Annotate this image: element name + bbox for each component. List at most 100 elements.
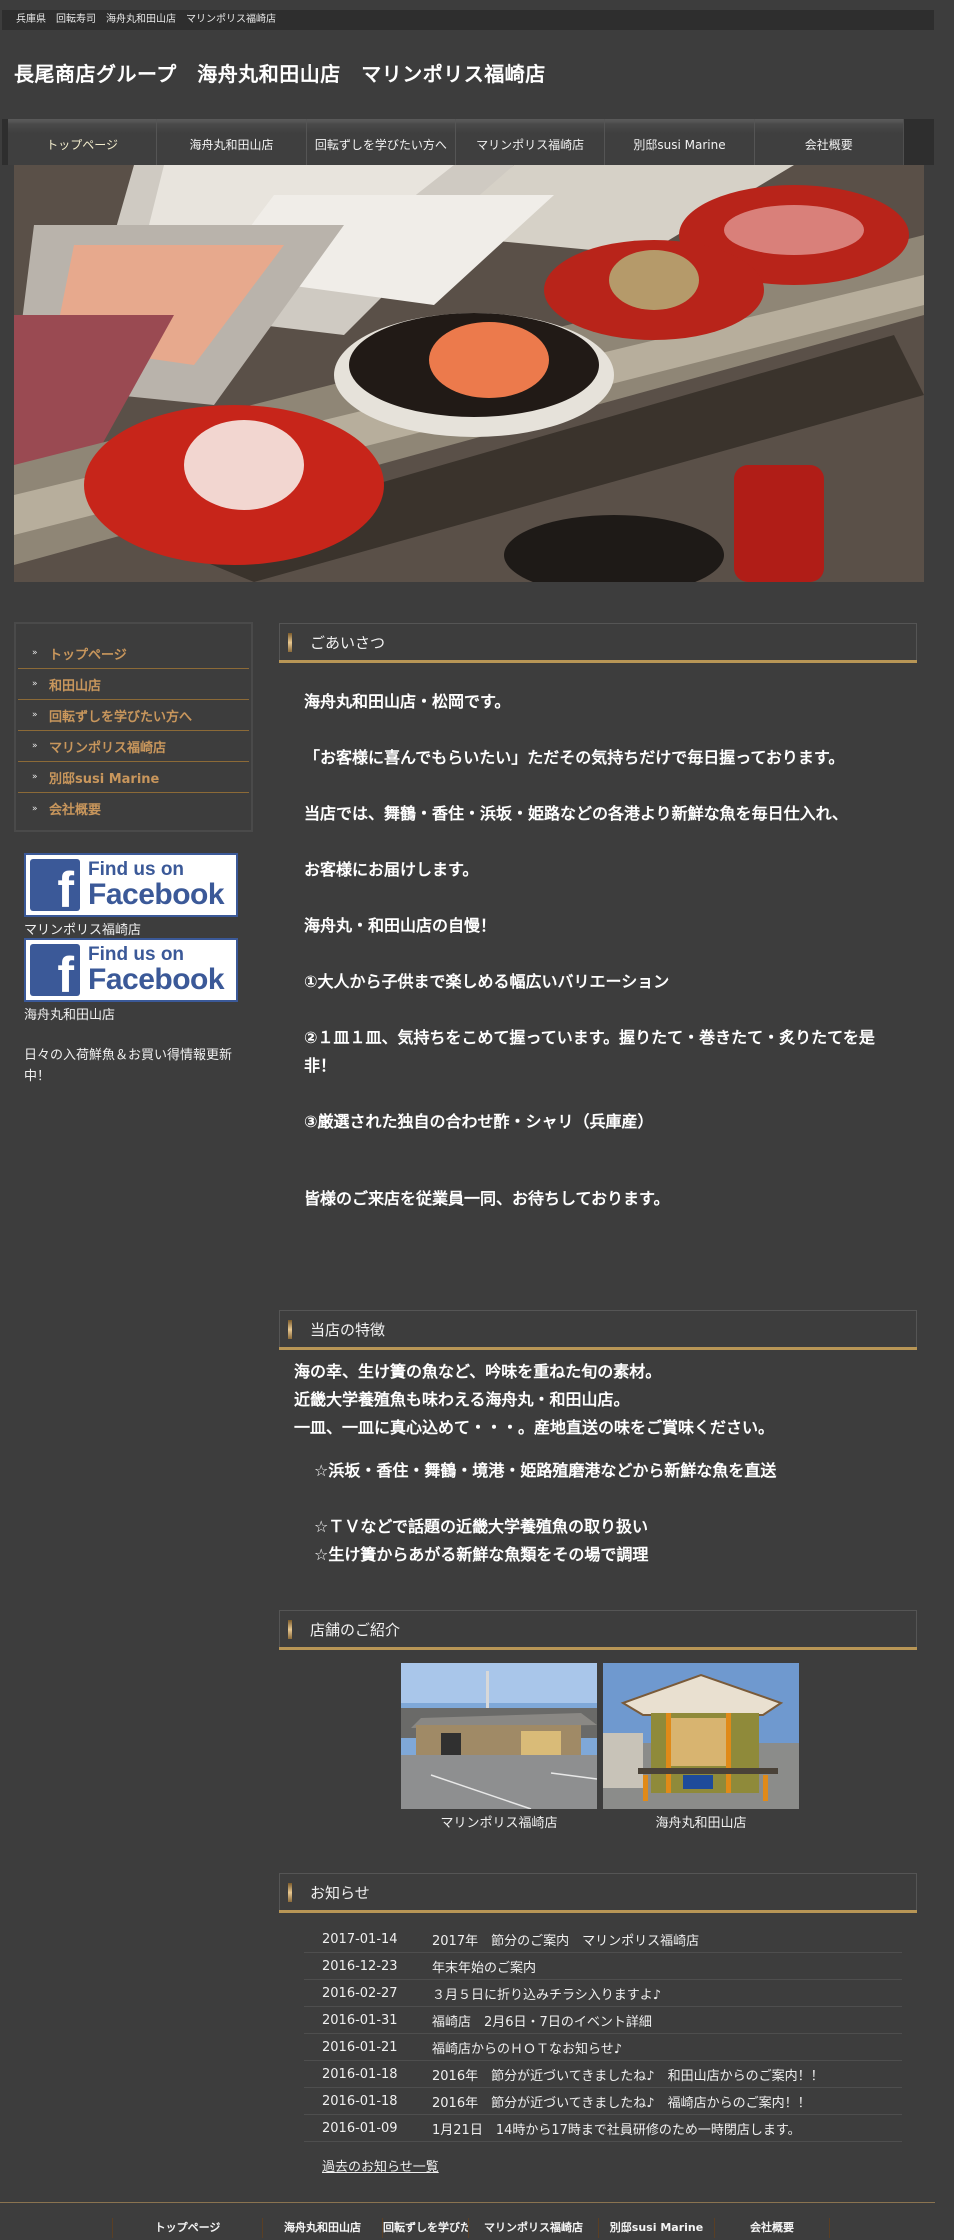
store-photo-illustration xyxy=(603,1663,799,1809)
greeting-point: ②１皿１皿、気持ちをこめて握っています。握りたて・巻きたて・炙りたてを是非！ xyxy=(304,1028,875,1075)
facebook-badge-text: Find us on Facebook xyxy=(88,859,225,910)
features-intro-line: 一皿、一皿に真心込めて・・・。産地直送の味をご賞味ください。 xyxy=(294,1418,775,1437)
facebook-widget-fukusaki: f Find us on Facebook マリンポリス福崎店 xyxy=(24,853,238,938)
section-marker-icon xyxy=(288,1320,292,1339)
global-nav-top[interactable]: トップページ xyxy=(8,119,158,165)
facebook-widget-wadayama: f Find us on Facebook 海舟丸和田山店 xyxy=(24,938,238,1023)
sidebar-item-label: 和田山店 xyxy=(49,678,102,694)
facebook-badge-line1: Find us on xyxy=(88,859,185,880)
greeting-paragraph: 海舟丸・和田山店の自慢！ xyxy=(304,916,497,935)
sidebar-item-wadayama[interactable]: » 和田山店 xyxy=(18,669,249,700)
news-title: 2016年 節分が近づいてきましたね♪ 福崎店からのご案内！！ xyxy=(432,2095,811,2111)
footer-nav-learn-sushi[interactable]: 回転ずしを学びたい方へ xyxy=(382,2218,468,2238)
footer-nav-top[interactable]: トップページ xyxy=(112,2218,262,2238)
store-card-wadayama: 海舟丸和田山店 xyxy=(603,1663,799,1831)
features-point: ☆生け簀からあがる新鮮な魚類をその場で調理 xyxy=(314,1545,649,1564)
store-photo-wadayama[interactable] xyxy=(603,1663,799,1809)
facebook-badge-line2: Facebook xyxy=(88,963,225,996)
section-header-features: 当店の特徴 xyxy=(279,1310,917,1350)
sidebar-item-label: 別邸susi Marine xyxy=(49,771,160,787)
store-caption: 海舟丸和田山店 xyxy=(655,1816,747,1831)
section-marker-icon xyxy=(288,633,292,652)
greeting-paragraph: お客様にお届けします。 xyxy=(304,860,479,879)
news-title: 2016年 節分が近づいてきましたね♪ 和田山店からのご案内！！ xyxy=(432,2068,824,2084)
news-title: 2017年 節分のご案内 マリンポリス福崎店 xyxy=(432,1933,700,1949)
chevron-right-icon: » xyxy=(32,741,38,751)
section-title: ごあいさつ xyxy=(310,634,386,652)
news-title: ３月５日に折り込みチラシ入りますよ♪ xyxy=(432,1987,662,2003)
footer-nav-fukusaki[interactable]: マリンポリス福崎店 xyxy=(468,2218,598,2238)
news-date: 2016-01-31 xyxy=(322,2012,398,2028)
section-marker-icon xyxy=(288,1620,292,1639)
news-date: 2016-01-18 xyxy=(322,2093,398,2109)
global-nav: トップページ 海舟丸和田山店 回転ずしを学びたい方へ マリンポリス福崎店 別邸s… xyxy=(8,119,904,165)
facebook-badge-line1: Find us on xyxy=(88,944,185,965)
sidebar-item-fukusaki[interactable]: » マリンポリス福崎店 xyxy=(18,731,249,762)
facebook-badge-text: Find us on Facebook xyxy=(88,944,225,996)
facebook-link-fukusaki[interactable]: f Find us on Facebook xyxy=(24,853,238,917)
global-nav-fukusaki[interactable]: マリンポリス福崎店 xyxy=(456,119,606,165)
sidebar-item-susi-marine[interactable]: » 別邸susi Marine xyxy=(18,762,249,793)
sidebar-item-label: マリンポリス福崎店 xyxy=(49,740,167,756)
store-card-fukusaki: マリンポリス福崎店 xyxy=(401,1663,597,1831)
news-archive-link[interactable]: 過去のお知らせ一覧 xyxy=(322,2156,439,2175)
section-title: お知らせ xyxy=(310,1884,370,1902)
facebook-icon: f xyxy=(30,859,80,911)
news-date: 2016-01-09 xyxy=(322,2120,398,2136)
chevron-right-icon: » xyxy=(32,648,38,658)
features-intro-line: 海の幸、生け簀の魚など、吟味を重ねた旬の素材。 xyxy=(294,1362,662,1381)
greeting-paragraph: 海舟丸和田山店・松岡です。 xyxy=(304,692,511,711)
sidebar-nav: » トップページ » 和田山店 » 回転ずしを学びたい方へ » マリンポリス福崎… xyxy=(14,622,253,832)
section-header-news: お知らせ xyxy=(279,1873,917,1913)
footer-divider xyxy=(0,2202,935,2203)
features-point: ☆ＴＶなどで話題の近畿大学養殖魚の取り扱い xyxy=(314,1517,649,1536)
store-gallery: マリンポリス福崎店 海舟丸和田山店 xyxy=(401,1663,799,1831)
greeting-paragraph: 「お客様に喜んでもらいたい」ただその気持ちだけで毎日握っております。 xyxy=(304,748,845,767)
news-date: 2017-01-14 xyxy=(322,1931,398,1947)
sidebar-note: 日々の入荷鮮魚＆お買い得情報更新中！ xyxy=(24,1048,233,1084)
greeting-point: ③厳選された独自の合わせ酢・シャリ（兵庫産） xyxy=(304,1112,654,1131)
greeting-paragraph: 当店では、舞鶴・香住・浜坂・姫路などの各港より新鮮な魚を毎日仕入れ、 xyxy=(304,804,848,823)
section-header-stores: 店舗のご紹介 xyxy=(279,1610,917,1650)
news-item[interactable]: 2016-12-23 年末年始のご案内 xyxy=(304,1953,902,1980)
footer-nav-company[interactable]: 会社概要 xyxy=(714,2218,830,2238)
site-title[interactable]: 長尾商店グループ 海舟丸和田山店 マリンポリス福崎店 xyxy=(14,58,546,87)
features-point: ☆浜坂・香住・舞鶴・境港・姫路殖磨港などから新鮮な魚を直送 xyxy=(314,1461,777,1480)
global-nav-container: トップページ 海舟丸和田山店 回転ずしを学びたい方へ マリンポリス福崎店 別邸s… xyxy=(2,119,934,165)
footer-nav-wadayama[interactable]: 海舟丸和田山店 xyxy=(262,2218,382,2238)
sidebar-item-company[interactable]: » 会社概要 xyxy=(18,793,249,824)
global-nav-learn-sushi[interactable]: 回転ずしを学びたい方へ xyxy=(307,119,456,165)
sidebar-item-label: 会社概要 xyxy=(49,803,102,818)
footer-nav: トップページ 海舟丸和田山店 回転ずしを学びたい方へ マリンポリス福崎店 別邸s… xyxy=(112,2218,830,2238)
footer-nav-susi-marine[interactable]: 別邸susi Marine xyxy=(598,2218,714,2238)
chevron-right-icon: » xyxy=(32,710,38,720)
news-item[interactable]: 2016-01-18 2016年 節分が近づいてきましたね♪ 福崎店からのご案内… xyxy=(304,2088,902,2115)
hero-sushi-image xyxy=(14,165,924,582)
sidebar-item-top[interactable]: » トップページ xyxy=(18,638,249,669)
news-item[interactable]: 2017-01-14 2017年 節分のご案内 マリンポリス福崎店 xyxy=(304,1926,902,1953)
sidebar-item-learn-sushi[interactable]: » 回転ずしを学びたい方へ xyxy=(18,700,249,731)
greeting-point: ①大人から子供まで楽しめる幅広いバリエーション xyxy=(304,972,670,991)
section-header-greeting: ごあいさつ xyxy=(279,623,917,663)
section-title: 当店の特徴 xyxy=(310,1321,386,1339)
facebook-icon: f xyxy=(30,944,80,996)
news-item[interactable]: 2016-01-21 福崎店からのＨＯＴなお知らせ♪ xyxy=(304,2034,902,2061)
global-nav-wadayama[interactable]: 海舟丸和田山店 xyxy=(157,119,307,165)
news-title: 1月21日 14時から17時まで社員研修のため一時閉店します。 xyxy=(432,2122,801,2138)
news-item[interactable]: 2016-02-27 ３月５日に折り込みチラシ入りますよ♪ xyxy=(304,1980,902,2007)
header-keywords-bar: 兵庫県 回転寿司 海舟丸和田山店 マリンポリス福崎店 xyxy=(2,10,934,30)
news-item[interactable]: 2016-01-31 福崎店 2月6日・7日のイベント詳細 xyxy=(304,2007,902,2034)
section-marker-icon xyxy=(288,1883,292,1902)
features-body: 海の幸、生け簀の魚など、吟味を重ねた旬の素材。 近畿大学養殖魚も味わえる海舟丸・… xyxy=(294,1358,894,1569)
news-title: 年末年始のご案内 xyxy=(432,1960,537,1976)
facebook-link-wadayama[interactable]: f Find us on Facebook xyxy=(24,938,238,1002)
global-nav-company[interactable]: 会社概要 xyxy=(755,119,904,165)
section-title: 店舗のご紹介 xyxy=(310,1621,401,1639)
global-nav-susi-marine[interactable]: 別邸susi Marine xyxy=(605,119,755,165)
news-item[interactable]: 2016-01-09 1月21日 14時から17時まで社員研修のため一時閉店しま… xyxy=(304,2115,902,2142)
news-date: 2016-01-21 xyxy=(322,2039,398,2055)
store-photo-fukusaki[interactable] xyxy=(401,1663,597,1809)
header-keywords: 兵庫県 回転寿司 海舟丸和田山店 マリンポリス福崎店 xyxy=(16,14,276,25)
chevron-right-icon: » xyxy=(32,679,38,689)
news-item[interactable]: 2016-01-18 2016年 節分が近づいてきましたね♪ 和田山店からのご案… xyxy=(304,2061,902,2088)
